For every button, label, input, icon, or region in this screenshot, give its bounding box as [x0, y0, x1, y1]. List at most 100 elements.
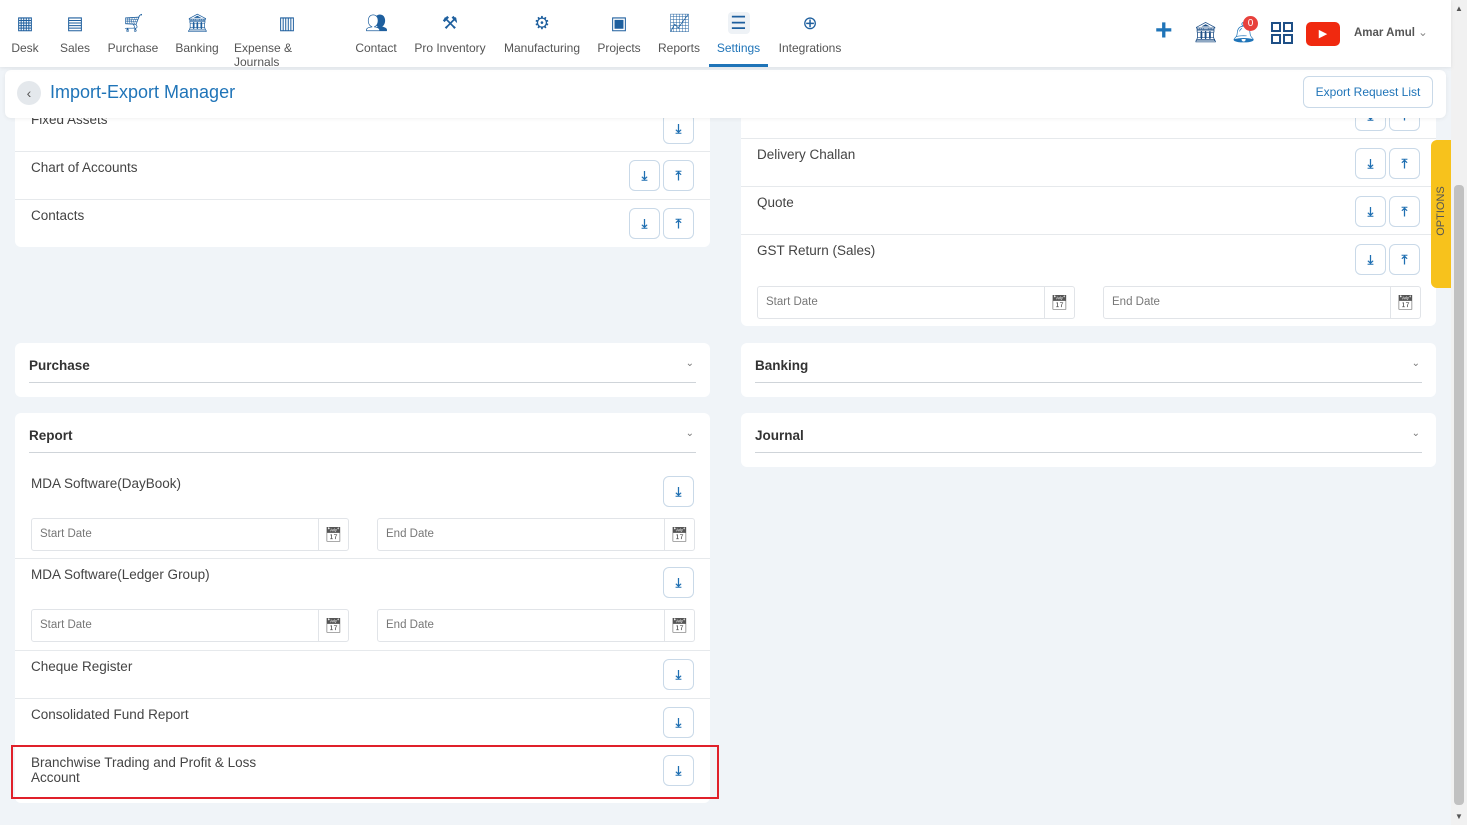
list-item: Delivery Challan ⤓ ⤒	[741, 139, 1436, 187]
download-button[interactable]: ⤓	[629, 208, 660, 239]
list-item: Chart of Accounts ⤓ ⤒	[15, 152, 710, 200]
chevron-down-icon: ⌄	[685, 428, 694, 439]
nav-integrations[interactable]: ⊕ Integrations	[776, 0, 844, 67]
journal-section[interactable]: Journal ⌄	[741, 413, 1436, 467]
nav-settings[interactable]: ☰ Settings	[709, 0, 768, 67]
start-date-input[interactable]: Start Date 📅︎	[757, 286, 1075, 319]
list-item: Contacts ⤓ ⤒	[15, 200, 710, 247]
placeholder: End Date	[1112, 296, 1160, 308]
reports-icon: 📈︎	[668, 13, 691, 33]
section-title: Purchase	[29, 358, 90, 373]
row-label: MDA Software(DayBook)	[31, 476, 182, 491]
calendar-icon[interactable]: 📅︎	[1390, 287, 1420, 318]
integrations-icon: ⊕	[802, 13, 818, 33]
back-button[interactable]: ‹	[17, 81, 41, 105]
banking-section[interactable]: Banking ⌄	[741, 343, 1436, 397]
nav-reports[interactable]: 📈︎ Reports	[656, 0, 702, 67]
cart-icon: 🛒︎	[122, 13, 145, 33]
highlight-box	[11, 745, 719, 799]
scrollbar-thumb[interactable]	[1454, 185, 1464, 805]
report-section-header[interactable]: Report ⌄	[29, 423, 696, 453]
calendar-icon[interactable]: 📅︎	[664, 519, 694, 550]
download-button[interactable]: ⤓	[1355, 244, 1386, 275]
nav-manufacturing[interactable]: ⚙ Manufacturing	[500, 0, 584, 67]
download-button[interactable]: ⤓	[663, 476, 694, 507]
nav-label: Projects	[597, 41, 641, 55]
upload-button[interactable]: ⤒	[663, 160, 694, 191]
calendar-icon[interactable]: 📅︎	[664, 610, 694, 641]
user-menu[interactable]: Amar Amul ⌄	[1354, 25, 1428, 39]
download-button[interactable]: ⤓	[663, 659, 694, 690]
scrollbar[interactable]: ▲ ▼	[1451, 0, 1467, 825]
placeholder: Start Date	[766, 296, 818, 308]
row-label: Contacts	[31, 208, 85, 223]
chevron-down-icon: ⌄	[1411, 428, 1420, 439]
section-title: Report	[29, 428, 73, 443]
row-label: Chart of Accounts	[31, 160, 138, 175]
nav-desk[interactable]: ▦ Desk	[8, 0, 42, 67]
section-title: Journal	[755, 428, 804, 443]
nav-expense-journals[interactable]: ▥ Expense & Journals	[234, 0, 340, 69]
section-title: Banking	[755, 358, 809, 373]
row-label: Delivery Challan	[757, 147, 856, 162]
options-label: OPTIONS	[1435, 186, 1447, 236]
bank-icon: 🏛︎	[186, 13, 209, 33]
youtube-icon[interactable]: ▶	[1306, 22, 1340, 46]
manufacturing-icon: ⚙	[533, 13, 551, 33]
chevron-down-icon: ⌄	[1411, 358, 1420, 369]
options-tab[interactable]: OPTIONS	[1431, 140, 1451, 288]
export-request-list-button[interactable]: Export Request List	[1303, 76, 1433, 108]
download-button[interactable]: ⤓	[1355, 148, 1386, 179]
upload-button[interactable]: ⤒	[1389, 148, 1420, 179]
upload-button[interactable]: ⤒	[1389, 244, 1420, 275]
purchase-section[interactable]: Purchase ⌄	[15, 343, 710, 397]
placeholder: End Date	[386, 528, 434, 540]
inventory-icon: ⚒	[441, 13, 459, 33]
notification-badge: 0	[1243, 16, 1258, 31]
download-button[interactable]: ⤓	[663, 567, 694, 598]
scroll-up-icon[interactable]: ▲	[1455, 4, 1463, 13]
row-label: MDA Software(Ledger Group)	[31, 567, 210, 582]
contact-icon: 👥︎	[365, 13, 388, 33]
scroll-down-icon[interactable]: ▼	[1455, 812, 1463, 821]
nav-label: Settings	[716, 41, 761, 55]
user-name: Amar Amul	[1354, 27, 1415, 39]
page-header: ‹ Import-Export Manager Export Request L…	[5, 70, 1446, 118]
nav-label: Sales	[59, 41, 91, 55]
end-date-input[interactable]: End Date 📅︎	[377, 518, 695, 551]
apps-grid-icon[interactable]	[1271, 22, 1293, 44]
start-date-input[interactable]: Start Date 📅︎	[31, 518, 349, 551]
upload-button[interactable]: ⤒	[1389, 196, 1420, 227]
bank-transfer-icon[interactable]: 🏛︎	[1193, 20, 1218, 45]
top-navigation: ▦ Desk ▤ Sales 🛒︎ Purchase 🏛︎ Banking ▥ Expen…	[0, 0, 1451, 69]
calendar-icon[interactable]: 📅︎	[318, 610, 348, 641]
nav-contact[interactable]: 👥︎ Contact	[352, 0, 400, 67]
row-label: GST Return (Sales)	[757, 243, 876, 258]
list-item: Quote ⤓ ⤒	[741, 187, 1436, 235]
nav-label: Manufacturing	[503, 41, 581, 55]
upload-button[interactable]: ⤒	[663, 208, 694, 239]
chevron-down-icon: ⌄	[685, 358, 694, 369]
download-button[interactable]: ⤓	[663, 707, 694, 738]
end-date-input[interactable]: End Date 📅︎	[1103, 286, 1421, 319]
calendar-icon[interactable]: 📅︎	[1044, 287, 1074, 318]
nav-label: Integrations	[778, 41, 842, 55]
calendar-icon[interactable]: 📅︎	[318, 519, 348, 550]
list-item: Cheque Register ⤓	[15, 651, 710, 699]
nav-purchase[interactable]: 🛒︎ Purchase	[106, 0, 160, 67]
end-date-input[interactable]: End Date 📅︎	[377, 609, 695, 642]
add-icon[interactable]: +	[1155, 16, 1173, 46]
download-button[interactable]: ⤓	[1355, 196, 1386, 227]
nav-label: Expense & Journals	[234, 41, 293, 69]
row-label: Quote	[757, 195, 794, 210]
nav-pro-inventory[interactable]: ⚒ Pro Inventory	[412, 0, 488, 67]
nav-label: Contact	[355, 41, 397, 55]
nav-banking[interactable]: 🏛︎ Banking	[172, 0, 222, 67]
page-title: Import-Export Manager	[50, 82, 236, 102]
nav-projects[interactable]: ▣ Projects	[596, 0, 642, 67]
nav-sales[interactable]: ▤ Sales	[56, 0, 94, 67]
nav-label: Desk	[11, 41, 39, 55]
desk-icon: ▦	[16, 13, 34, 33]
start-date-input[interactable]: Start Date 📅︎	[31, 609, 349, 642]
download-button[interactable]: ⤓	[629, 160, 660, 191]
